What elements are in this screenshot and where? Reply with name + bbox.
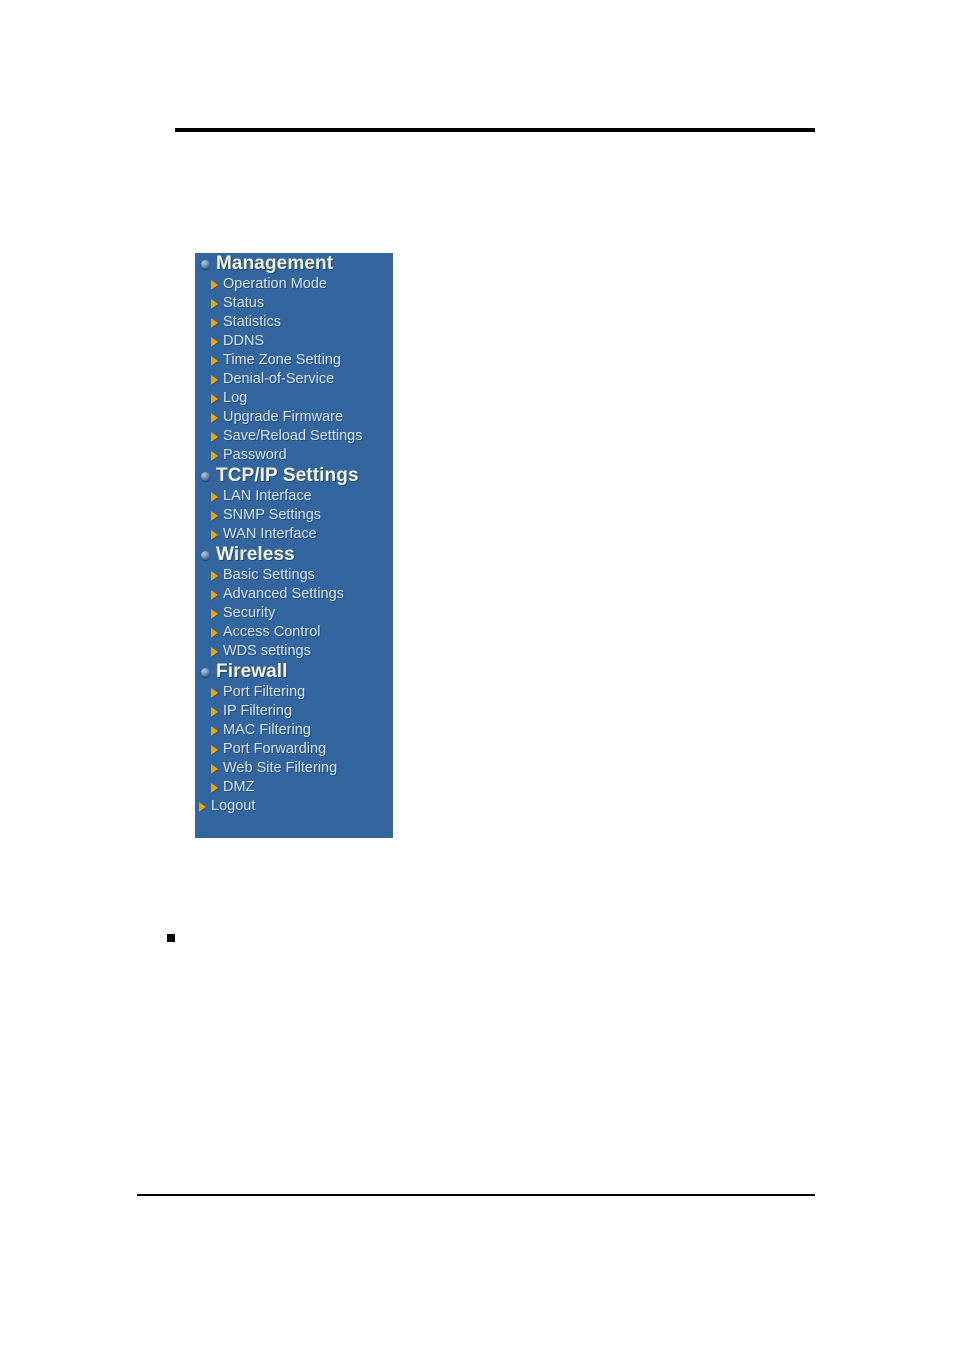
sphere-bullet-icon bbox=[201, 550, 210, 560]
menu-section-header-tcp-ip-settings: TCP/IP Settings bbox=[195, 465, 393, 487]
document-bullet-marker bbox=[167, 934, 175, 942]
menu-item-label: Statistics bbox=[223, 314, 282, 330]
menu-item-label: Access Control bbox=[223, 624, 321, 640]
menu-item-wds-settings[interactable]: WDS settings bbox=[195, 642, 393, 661]
menu-item-access-control[interactable]: Access Control bbox=[195, 623, 393, 642]
menu-item-label: MAC Filtering bbox=[223, 722, 311, 738]
menu-item-label: Save/Reload Settings bbox=[223, 428, 363, 444]
menu-item-label: Port Filtering bbox=[223, 684, 306, 700]
menu-item-operation-mode[interactable]: Operation Mode bbox=[195, 275, 393, 294]
arrow-right-icon bbox=[211, 355, 218, 366]
menu-item-save-reload-settings[interactable]: Save/Reload Settings bbox=[195, 427, 393, 446]
arrow-right-icon bbox=[211, 782, 218, 793]
menu-section-title: Wireless bbox=[216, 544, 295, 565]
menu-item-time-zone-setting[interactable]: Time Zone Setting bbox=[195, 351, 393, 370]
menu-item-label: WAN Interface bbox=[223, 526, 317, 542]
menu-item-dmz[interactable]: DMZ bbox=[195, 778, 393, 797]
bottom-horizontal-rule bbox=[137, 1194, 815, 1196]
menu-section-header-firewall: Firewall bbox=[195, 661, 393, 683]
menu-item-label: Log bbox=[223, 390, 248, 406]
menu-item-label: Logout bbox=[211, 798, 256, 814]
arrow-right-icon bbox=[211, 744, 218, 755]
menu-item-web-site-filtering[interactable]: Web Site Filtering bbox=[195, 759, 393, 778]
arrow-right-icon bbox=[211, 279, 218, 290]
sphere-bullet-icon bbox=[201, 471, 210, 481]
sphere-bullet-icon bbox=[201, 667, 210, 677]
menu-item-wan-interface[interactable]: WAN Interface bbox=[195, 525, 393, 544]
menu-section-title: TCP/IP Settings bbox=[216, 465, 359, 486]
menu-item-lan-interface[interactable]: LAN Interface bbox=[195, 487, 393, 506]
menu-item-ddns[interactable]: DDNS bbox=[195, 332, 393, 351]
menu-item-label: Denial-of-Service bbox=[223, 371, 335, 387]
menu-item-label: Port Forwarding bbox=[223, 741, 327, 757]
menu-section-title: Firewall bbox=[216, 661, 288, 682]
menu-item-label: Password bbox=[223, 447, 287, 463]
menu-item-label: Basic Settings bbox=[223, 567, 315, 583]
arrow-right-icon bbox=[211, 336, 218, 347]
menu-item-advanced-settings[interactable]: Advanced Settings bbox=[195, 585, 393, 604]
arrow-right-icon bbox=[211, 570, 218, 581]
menu-item-status[interactable]: Status bbox=[195, 294, 393, 313]
arrow-right-icon bbox=[211, 412, 218, 423]
menu-item-log[interactable]: Log bbox=[195, 389, 393, 408]
menu-item-label: Web Site Filtering bbox=[223, 760, 338, 776]
router-navigation-menu: Management Operation Mode Status Statistics… bbox=[195, 253, 393, 838]
arrow-right-icon bbox=[211, 725, 218, 736]
menu-item-port-filtering[interactable]: Port Filtering bbox=[195, 683, 393, 702]
menu-item-basic-settings[interactable]: Basic Settings bbox=[195, 566, 393, 585]
menu-item-mac-filtering[interactable]: MAC Filtering bbox=[195, 721, 393, 740]
arrow-right-icon bbox=[211, 687, 218, 698]
arrow-right-icon bbox=[211, 627, 218, 638]
arrow-right-icon bbox=[211, 706, 218, 717]
menu-item-label: DMZ bbox=[223, 779, 255, 795]
menu-item-statistics[interactable]: Statistics bbox=[195, 313, 393, 332]
menu-item-label: Status bbox=[223, 295, 265, 311]
menu-item-password[interactable]: Password bbox=[195, 446, 393, 465]
menu-item-label: Upgrade Firmware bbox=[223, 409, 344, 425]
arrow-right-icon bbox=[211, 491, 218, 502]
arrow-right-icon bbox=[211, 298, 218, 309]
menu-item-label: WDS settings bbox=[223, 643, 311, 659]
menu-item-label: IP Filtering bbox=[223, 703, 293, 719]
arrow-right-icon bbox=[211, 431, 218, 442]
menu-item-logout[interactable]: Logout bbox=[195, 797, 393, 816]
menu-item-upgrade-firmware[interactable]: Upgrade Firmware bbox=[195, 408, 393, 427]
arrow-right-icon bbox=[211, 450, 218, 461]
menu-item-label: Time Zone Setting bbox=[223, 352, 341, 368]
menu-section-header-management: Management bbox=[195, 253, 393, 275]
arrow-right-icon bbox=[211, 608, 218, 619]
arrow-right-icon bbox=[199, 801, 206, 812]
menu-item-snmp-settings[interactable]: SNMP Settings bbox=[195, 506, 393, 525]
menu-list: Management Operation Mode Status Statistics… bbox=[195, 253, 393, 816]
arrow-right-icon bbox=[211, 763, 218, 774]
arrow-right-icon bbox=[211, 374, 218, 385]
arrow-right-icon bbox=[211, 646, 218, 657]
sphere-bullet-icon bbox=[201, 259, 210, 269]
arrow-right-icon bbox=[211, 393, 218, 404]
menu-section-title: Management bbox=[216, 253, 334, 274]
top-horizontal-rule bbox=[175, 128, 815, 132]
menu-item-label: DDNS bbox=[223, 333, 265, 349]
menu-item-label: Security bbox=[223, 605, 276, 621]
arrow-right-icon bbox=[211, 510, 218, 521]
arrow-right-icon bbox=[211, 529, 218, 540]
menu-item-label: Operation Mode bbox=[223, 276, 327, 292]
arrow-right-icon bbox=[211, 589, 218, 600]
menu-item-port-forwarding[interactable]: Port Forwarding bbox=[195, 740, 393, 759]
menu-item-label: SNMP Settings bbox=[223, 507, 322, 523]
menu-item-security[interactable]: Security bbox=[195, 604, 393, 623]
menu-item-ip-filtering[interactable]: IP Filtering bbox=[195, 702, 393, 721]
menu-section-header-wireless: Wireless bbox=[195, 544, 393, 566]
arrow-right-icon bbox=[211, 317, 218, 328]
menu-item-label: LAN Interface bbox=[223, 488, 312, 504]
menu-item-denial-of-service[interactable]: Denial-of-Service bbox=[195, 370, 393, 389]
menu-item-label: Advanced Settings bbox=[223, 586, 344, 602]
